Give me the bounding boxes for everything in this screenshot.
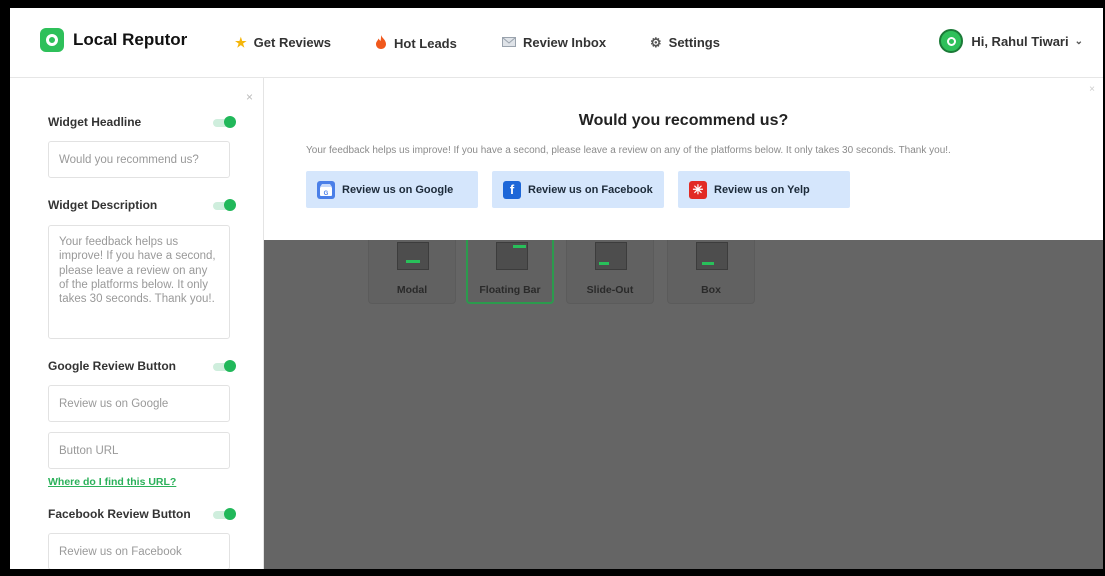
widget-preview: × Would you recommend us? Your feedback … [264, 78, 1103, 240]
button-label: Review us on Facebook [528, 183, 653, 196]
app-window: Local Reputor ★ Get Reviews Hot Leads Re… [10, 8, 1103, 569]
review-google-button[interactable]: G Review us on Google [306, 171, 478, 208]
floating-bar-thumbnail-icon [496, 242, 528, 270]
input-placeholder: Would you recommend us? [59, 153, 199, 166]
nav-label: Hot Leads [394, 35, 457, 51]
close-icon[interactable]: × [246, 90, 253, 104]
widget-description-textarea[interactable]: Your feedback helps us improve! If you h… [48, 225, 230, 339]
widget-description-label: Widget Description [48, 198, 158, 212]
google-review-button-label: Google Review Button [48, 359, 177, 373]
nav-label: Settings [668, 35, 720, 50]
find-url-help-link[interactable]: Where do I find this URL? [48, 476, 176, 488]
preview-overlay: Modal Floating Bar Slide-Out Box [264, 240, 1103, 569]
widget-description: Your feedback helps us improve! If you h… [306, 145, 951, 156]
facebook-review-button-label: Facebook Review Button [48, 507, 191, 521]
nav-settings[interactable]: ⚙ Settings [650, 35, 720, 50]
widget-settings-panel: × Widget Headline Would you recommend us… [10, 78, 264, 569]
widget-type-box[interactable]: Box [667, 240, 755, 304]
widget-title: Would you recommend us? [578, 112, 789, 129]
nav-label: Review Inbox [523, 35, 607, 50]
chevron-down-icon: ⌄ [1074, 35, 1083, 47]
logo[interactable]: Local Reputor [40, 28, 187, 52]
modal-thumbnail-icon [397, 242, 429, 270]
user-greeting: Hi, Rahul Tiwari [971, 33, 1069, 49]
slide-out-thumbnail-icon [595, 242, 627, 270]
svg-text:G: G [324, 191, 329, 197]
widget-type-floating-bar[interactable]: Floating Bar [466, 240, 554, 304]
widget-description-toggle[interactable] [213, 199, 236, 211]
button-label: Review us on Google [342, 183, 454, 196]
google-button-text-input[interactable]: Review us on Google [48, 385, 230, 422]
gear-icon: ⚙ [650, 35, 662, 50]
widget-type-slide-out[interactable]: Slide-Out [566, 240, 654, 304]
google-review-button-toggle[interactable] [213, 360, 236, 372]
facebook-button-text-input[interactable]: Review us on Facebook [48, 533, 230, 569]
widget-type-label: Floating Bar [479, 284, 541, 296]
input-placeholder: Review us on Facebook [59, 545, 182, 558]
nav-hot-leads[interactable]: Hot Leads [375, 35, 457, 51]
nav-label: Get Reviews [253, 35, 331, 50]
widget-headline-toggle[interactable] [213, 116, 236, 128]
app-name: Local Reputor [73, 30, 188, 49]
widget-type-modal[interactable]: Modal [368, 240, 456, 304]
button-label: Review us on Yelp [714, 183, 810, 196]
nav-review-inbox[interactable]: Review Inbox [502, 35, 606, 50]
box-thumbnail-icon [696, 242, 728, 270]
fire-icon [375, 35, 387, 51]
mail-icon [502, 36, 516, 49]
logo-pin-icon [40, 28, 64, 52]
widget-headline-input[interactable]: Would you recommend us? [48, 141, 230, 178]
widget-type-label: Slide-Out [586, 284, 634, 296]
facebook-icon: f [503, 180, 521, 199]
input-placeholder: Button URL [59, 444, 119, 457]
review-facebook-button[interactable]: f Review us on Facebook [492, 171, 664, 208]
facebook-review-button-toggle[interactable] [213, 508, 236, 520]
widget-headline-label: Widget Headline [48, 115, 142, 129]
nav-get-reviews[interactable]: ★ Get Reviews [235, 35, 331, 50]
google-button-url-input[interactable]: Button URL [48, 432, 230, 469]
widget-type-label: Modal [396, 284, 428, 296]
widget-type-label: Box [701, 284, 721, 296]
top-nav: Local Reputor ★ Get Reviews Hot Leads Re… [10, 8, 1103, 78]
review-yelp-button[interactable]: ✳ Review us on Yelp [678, 171, 850, 208]
avatar [939, 29, 964, 53]
yelp-icon: ✳ [689, 180, 707, 199]
close-icon[interactable]: × [1089, 84, 1095, 95]
user-menu[interactable]: Hi, Rahul Tiwari ⌄ [939, 29, 1083, 53]
input-placeholder: Review us on Google [59, 397, 169, 410]
star-icon: ★ [235, 35, 247, 50]
google-business-icon: G [317, 180, 335, 199]
